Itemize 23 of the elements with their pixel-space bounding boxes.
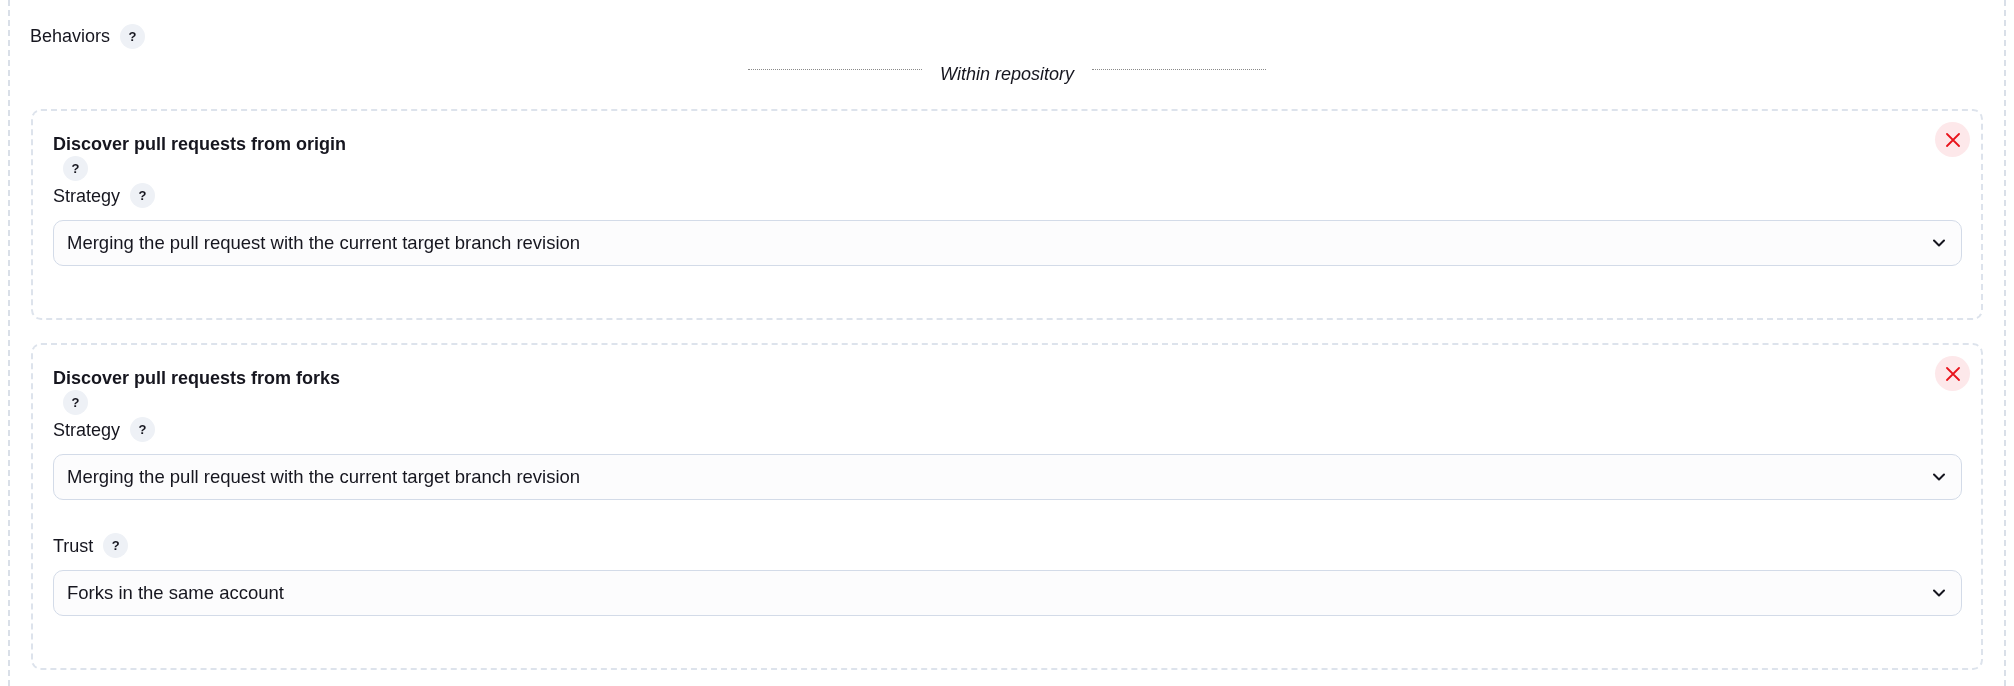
help-button[interactable]: ?: [103, 533, 129, 558]
help-button[interactable]: ?: [63, 390, 88, 415]
group-heading: Within repository: [940, 63, 1074, 86]
field-label: Trust: [53, 534, 94, 558]
chevron-down-icon: [1933, 589, 1945, 597]
section-title: Behaviors: [30, 25, 111, 48]
close-icon: [1945, 366, 1960, 381]
remove-button[interactable]: [1935, 356, 1970, 391]
help-button[interactable]: ?: [63, 156, 88, 181]
field-label: Strategy: [53, 418, 121, 442]
help-button[interactable]: ?: [130, 417, 156, 442]
remove-button[interactable]: [1935, 122, 1970, 157]
field-label: Strategy: [53, 184, 121, 208]
behavior-title: Discover pull requests from origin: [53, 133, 347, 156]
help-button[interactable]: ?: [130, 183, 156, 208]
help-button[interactable]: ?: [120, 23, 146, 49]
select-field[interactable]: Merging the pull request with the current target branch revision: [53, 220, 1962, 266]
chevron-down-icon: [1933, 239, 1945, 247]
select-field[interactable]: Forks in the same account: [53, 570, 1962, 616]
chevron-down-icon: [1933, 473, 1945, 481]
select-field[interactable]: Merging the pull request with the current target branch revision: [53, 454, 1962, 500]
close-icon: [1945, 132, 1960, 147]
behavior-title: Discover pull requests from forks: [53, 367, 341, 390]
